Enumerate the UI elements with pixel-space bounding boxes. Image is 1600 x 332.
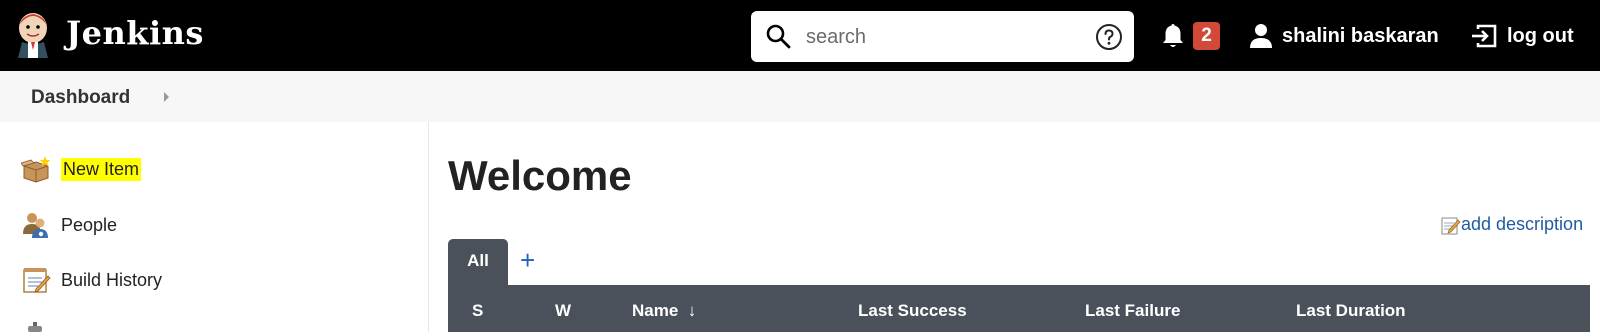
bell-icon[interactable] <box>1160 22 1186 50</box>
add-view-button[interactable]: + <box>520 247 535 273</box>
column-header-weather[interactable]: W <box>555 301 571 321</box>
add-description-label: add description <box>1461 214 1584 234</box>
user-name[interactable]: shalini baskaran <box>1282 25 1439 48</box>
chevron-right-icon[interactable] <box>163 91 171 103</box>
column-header-last-duration[interactable]: Last Duration <box>1296 301 1406 321</box>
notification-badge[interactable]: 2 <box>1193 22 1220 50</box>
notepad-icon <box>23 268 51 293</box>
search-box[interactable] <box>751 11 1134 62</box>
top-header: Jenkins 2 shalini baskaran log out <box>0 0 1600 71</box>
help-icon[interactable] <box>1095 23 1123 51</box>
column-header-last-success[interactable]: Last Success <box>858 301 967 321</box>
jenkins-logo-icon[interactable] <box>14 12 52 58</box>
page-title: Welcome <box>448 152 632 199</box>
sidebar-item-new-item[interactable]: New Item <box>21 153 142 185</box>
sidebar-item-people[interactable]: People <box>21 209 117 241</box>
search-input[interactable] <box>804 21 1078 53</box>
logout-icon <box>1472 24 1497 48</box>
breadcrumb-dashboard[interactable]: Dashboard <box>31 87 130 109</box>
brand-name[interactable]: Jenkins <box>66 14 204 52</box>
people-icon <box>23 213 48 238</box>
sidebar-item-label: Build History <box>61 269 163 290</box>
sidebar-item-label: People <box>61 214 118 235</box>
search-icon <box>766 24 791 49</box>
gear-icon[interactable] <box>24 322 46 332</box>
column-header-name[interactable]: Name ↓ <box>632 301 696 321</box>
logout-label: log out <box>1507 24 1574 47</box>
table-header: S W Name ↓ Last Success Last Failure Las… <box>448 285 1590 332</box>
sidebar-item-build-history[interactable]: Build History <box>21 264 162 296</box>
sidebar-item-label: New Item <box>61 157 142 181</box>
tab-all[interactable]: All <box>448 239 508 285</box>
column-header-status[interactable]: S <box>472 301 483 321</box>
sidebar: New Item People Build History <box>0 122 429 332</box>
logout-button[interactable]: log out <box>1470 22 1574 50</box>
user-menu[interactable]: shalini baskaran <box>1249 22 1439 50</box>
column-header-last-failure[interactable]: Last Failure <box>1085 301 1180 321</box>
edit-note-icon <box>1441 217 1461 234</box>
breadcrumb: Dashboard <box>0 71 1600 122</box>
package-icon <box>21 156 51 183</box>
user-icon <box>1250 24 1272 48</box>
add-description-link[interactable]: add description <box>1441 214 1583 235</box>
